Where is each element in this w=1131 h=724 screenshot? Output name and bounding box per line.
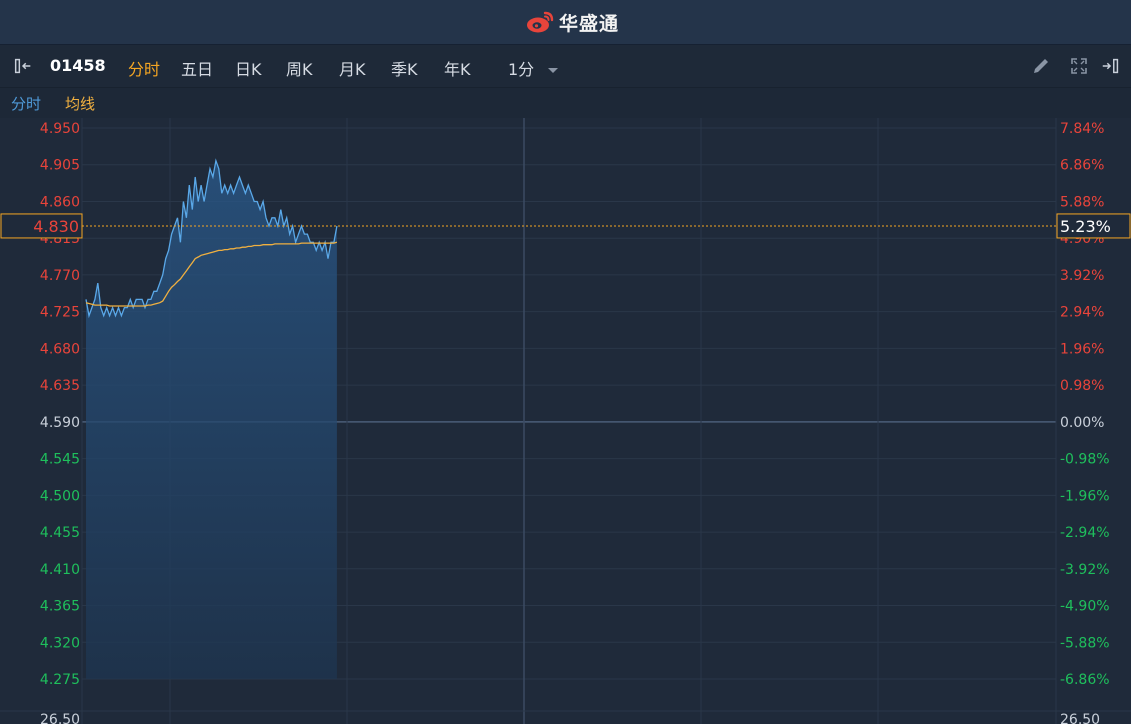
- y-tick-label-pct: -1.96%: [1060, 488, 1110, 504]
- weibo-logo-icon: [527, 11, 554, 33]
- y-tick-label: 4.455: [40, 525, 80, 541]
- y-tick-label-pct: -6.86%: [1060, 672, 1110, 688]
- chevron-down-icon: [548, 68, 559, 73]
- y-tick-label-pct: 0.98%: [1060, 378, 1104, 394]
- y-tick-label: 4.410: [40, 562, 80, 578]
- expand-right-icon[interactable]: [1100, 55, 1122, 77]
- intraday-chart[interactable]: 4.9504.9054.8604.8154.7704.7254.6804.635…: [0, 118, 1131, 724]
- y-tick-label-pct: 0.00%: [1060, 415, 1104, 431]
- y-tick-label-pct: -2.94%: [1060, 525, 1110, 541]
- tab-intraday[interactable]: 分时: [128, 56, 160, 80]
- legend-average-line: 均线: [65, 95, 96, 113]
- y-tick-label: 4.275: [40, 672, 80, 688]
- y-tick-label-pct: -4.90%: [1060, 599, 1110, 615]
- stock-code[interactable]: 01458: [50, 56, 106, 75]
- y-tick-label: 4.950: [40, 121, 80, 137]
- y-tick-label: 4.725: [40, 305, 80, 321]
- collapse-left-icon[interactable]: [12, 55, 34, 77]
- y-tick-label: 4.500: [40, 488, 80, 504]
- y-tick-label: 4.635: [40, 378, 80, 394]
- current-pct-label: 5.23%: [1060, 217, 1111, 236]
- tab-daily-k[interactable]: 日K: [235, 56, 262, 80]
- current-price-label: 4.830: [33, 217, 79, 236]
- y-tick-label: 4.545: [40, 452, 80, 468]
- y-tick-label: 4.320: [40, 635, 80, 651]
- chart-legend: 分时 均线: [0, 88, 1131, 118]
- y-tick-label-pct: 7.84%: [1060, 121, 1104, 137]
- tab-five-day[interactable]: 五日: [181, 56, 213, 80]
- y-tick-label-pct: 3.92%: [1060, 268, 1104, 284]
- fullscreen-icon[interactable]: [1068, 55, 1090, 77]
- y-tick-label-pct: -5.88%: [1060, 635, 1110, 651]
- tab-yearly-k[interactable]: 年K: [444, 56, 471, 80]
- brand-name: 华盛通: [559, 12, 620, 35]
- y-tick-label-pct: 1.96%: [1060, 341, 1104, 357]
- y-tick-label-pct: 5.88%: [1060, 194, 1104, 210]
- y-tick-label-pct: 2.94%: [1060, 305, 1104, 321]
- y-tick-label-pct: -0.98%: [1060, 452, 1110, 468]
- tab-weekly-k[interactable]: 周K: [286, 56, 313, 80]
- y-tick-label: 4.905: [40, 158, 80, 174]
- tab-monthly-k[interactable]: 月K: [339, 56, 366, 80]
- y-tick-label: 4.860: [40, 194, 80, 210]
- y-tick-label-pct: -3.92%: [1060, 562, 1110, 578]
- app-header: 华盛通: [0, 0, 1131, 45]
- y-tick-label-pct: 6.86%: [1060, 158, 1104, 174]
- y-tick-label: 4.590: [40, 415, 80, 431]
- pencil-icon[interactable]: [1030, 55, 1052, 77]
- interval-value: 1分: [508, 60, 535, 79]
- legend-price-line: 分时: [11, 95, 42, 113]
- volume-label-left: 26.50: [40, 712, 80, 724]
- y-tick-label: 4.770: [40, 268, 80, 284]
- brand: 华盛通: [525, 9, 619, 35]
- y-tick-label: 4.365: [40, 599, 80, 615]
- tab-quarterly-k[interactable]: 季K: [391, 56, 418, 80]
- chart-toolbar: 01458 分时 五日 日K 周K 月K 季K 年K 1分: [0, 45, 1131, 88]
- interval-select[interactable]: 1分: [508, 56, 559, 80]
- y-tick-label: 4.680: [40, 341, 80, 357]
- volume-label-right: 26.50: [1060, 712, 1100, 724]
